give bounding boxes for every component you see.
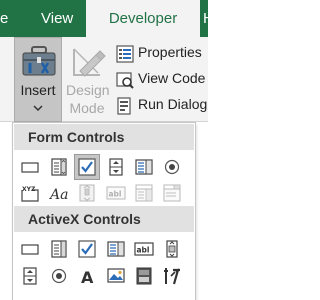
command-button-icon (21, 244, 39, 255)
design-mode-label: Design Mode (66, 82, 110, 116)
tab-developer[interactable]: Developer (86, 0, 200, 37)
svg-text:Aa: Aa (49, 187, 68, 203)
form-text-field-control[interactable]: abl (103, 180, 129, 206)
view-code-icon (116, 72, 134, 89)
activex-option-button-control[interactable] (46, 263, 72, 289)
form-controls-header: Form Controls (14, 124, 194, 150)
scroll-bar-icon (166, 240, 178, 258)
form-option-button-control[interactable] (159, 154, 185, 180)
form-spin-button-control[interactable] (103, 154, 129, 180)
tab-view[interactable]: View (41, 0, 73, 37)
form-combo-box-control[interactable] (46, 154, 72, 180)
design-mode-icon (73, 48, 106, 77)
insert-button[interactable]: Insert (14, 37, 62, 122)
activex-command-button-control[interactable] (17, 236, 43, 262)
check-box-icon (78, 158, 96, 176)
svg-text:XYZ: XYZ (22, 186, 36, 193)
image-icon (107, 268, 125, 283)
label-icon: A (81, 268, 94, 286)
run-dialog-icon (117, 97, 131, 115)
activex-combo-box-control[interactable] (46, 236, 72, 262)
view-code-button[interactable]: View Code (116, 68, 208, 92)
insert-label: Insert (20, 82, 56, 98)
view-code-label: View Code (138, 70, 206, 86)
spin-button-icon (109, 158, 123, 176)
label-icon: Aa (49, 187, 68, 203)
ribbon-controls-group: Insert DesignMode Properties View Code (0, 37, 208, 122)
form-group-box-control[interactable]: XYZ (17, 180, 43, 206)
activex-toggle-button-control[interactable] (131, 263, 157, 289)
option-button-icon (164, 159, 180, 175)
form-combo-list-edit-control[interactable] (131, 180, 157, 206)
check-box-icon (78, 240, 96, 258)
properties-label: Properties (138, 44, 202, 60)
list-box-icon (135, 159, 153, 175)
tab-partial-left[interactable]: e (0, 0, 8, 37)
activex-text-box-control[interactable]: abl (131, 236, 157, 262)
form-button-control[interactable] (17, 154, 43, 180)
svg-text:abl: abl (137, 246, 150, 255)
text-field-icon: abl (106, 186, 126, 200)
form-label-control[interactable]: Aa (46, 180, 72, 206)
activex-spin-button-control[interactable] (17, 263, 43, 289)
form-check-box-control[interactable] (74, 154, 100, 180)
form-list-box-control[interactable] (131, 154, 157, 180)
ribbon-tab-bar: e View Developer Hel (0, 0, 226, 37)
chevron-down-icon (33, 105, 43, 111)
toggle-button-icon (136, 267, 152, 285)
text-box-icon: abl (134, 242, 154, 256)
scroll-bar-icon (79, 184, 95, 202)
activex-check-box-control[interactable] (74, 236, 100, 262)
combo-box-icon (51, 158, 67, 176)
design-mode-button[interactable]: Design Mode (64, 37, 110, 122)
run-dialog-button[interactable]: Run Dialog (116, 94, 208, 118)
option-button-icon (51, 268, 67, 284)
form-scroll-bar-control[interactable] (74, 180, 100, 206)
group-box-icon: XYZ (21, 186, 39, 202)
activex-list-box-control[interactable] (103, 236, 129, 262)
form-combo-drop-down-edit-control[interactable] (159, 180, 185, 206)
tab-help[interactable]: Hel (203, 0, 226, 37)
button-icon (21, 162, 39, 173)
toolbox-icon (22, 46, 56, 76)
svg-text:A: A (81, 268, 94, 286)
spin-button-icon (23, 267, 37, 285)
properties-button[interactable]: Properties (116, 42, 208, 66)
more-controls-icon (164, 268, 180, 285)
combo-drop-down-edit-icon (163, 184, 181, 202)
activex-image-control[interactable] (103, 263, 129, 289)
svg-text:abl: abl (109, 190, 122, 199)
activex-scroll-bar-control[interactable] (159, 236, 185, 262)
properties-icon (116, 45, 134, 63)
activex-label-control[interactable]: A (74, 263, 100, 289)
list-box-icon (107, 241, 125, 257)
activex-more-controls-control[interactable] (159, 263, 185, 289)
combo-list-edit-icon (135, 184, 153, 202)
activex-controls-header: ActiveX Controls (14, 206, 194, 232)
insert-controls-dropdown: Form Controls XYZ Aa abl ActiveX Control… (12, 122, 196, 300)
run-dialog-label: Run Dialog (138, 96, 208, 112)
combo-box-icon (51, 240, 67, 258)
